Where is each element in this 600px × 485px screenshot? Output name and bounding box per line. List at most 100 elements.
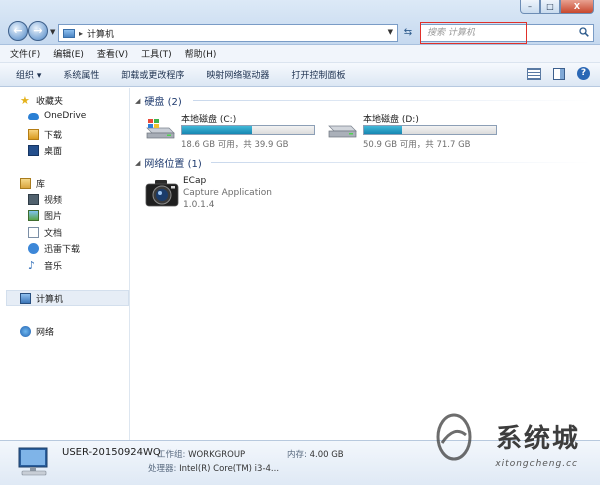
sidebar-item-music[interactable]: ♪ 音乐 — [28, 259, 62, 272]
sidebar-item-desktop[interactable]: 桌面 — [28, 144, 62, 157]
network-item-description: Capture Application — [183, 188, 272, 198]
breadcrumb-separator[interactable]: ▸ — [79, 29, 83, 38]
sidebar-item-documents[interactable]: 文档 — [28, 226, 62, 239]
organize-button[interactable]: 组织 ▾ — [16, 68, 41, 81]
drive-usage-bar — [363, 125, 497, 135]
group-header-hard-drives[interactable]: ◢ 硬盘 (2) — [135, 93, 182, 109]
system-properties-button[interactable]: 系统属性 — [63, 68, 99, 81]
network-item-version: 1.0.1.4 — [183, 200, 215, 210]
menu-edit[interactable]: 编辑(E) — [53, 47, 84, 60]
drive-usage-fill — [364, 126, 403, 134]
drive-name: 本地磁盘 (C:) — [181, 115, 237, 125]
back-button[interactable]: ← — [8, 21, 28, 41]
network-icon — [20, 326, 31, 337]
refresh-icon: ⇆ — [403, 27, 413, 38]
computer-name: USER-20150924WQ — [62, 447, 161, 458]
star-icon: ★ — [20, 94, 30, 107]
sidebar-item-label: 迅雷下载 — [44, 245, 81, 255]
sidebar-item-label: 图片 — [44, 212, 63, 222]
system-drive-icon — [146, 119, 175, 139]
sidebar-item-thunder-downloads[interactable]: 迅雷下载 — [28, 242, 80, 255]
network-item-name: ECap — [183, 176, 207, 186]
drive-usage-fill — [182, 126, 252, 134]
change-view-icon[interactable] — [527, 67, 541, 80]
command-bar: 组织 ▾ 系统属性 卸载或更改程序 映射网络驱动器 打开控制面板 — [0, 63, 600, 87]
library-icon — [20, 178, 31, 189]
menu-tools[interactable]: 工具(T) — [141, 47, 172, 60]
minimize-button[interactable]: – — [520, 0, 540, 14]
address-dropdown[interactable]: ▼ — [388, 28, 393, 36]
address-bar[interactable]: ▸ 计算机 ▼ — [58, 24, 398, 42]
cpu-label: 处理器: — [148, 464, 177, 474]
forward-button[interactable]: → — [28, 21, 48, 41]
sidebar-item-pictures[interactable]: 图片 — [28, 209, 62, 222]
sidebar-item-videos[interactable]: 视频 — [28, 193, 62, 206]
desktop-icon — [28, 145, 39, 156]
computer-icon — [20, 293, 31, 304]
maximize-button[interactable]: □ — [540, 0, 560, 14]
group-header-network-locations[interactable]: ◢ 网络位置 (1) — [135, 155, 202, 171]
content-pane: ◢ 硬盘 (2) 本地磁盘 (C:) 18.6 GB 可用，共 39.9 GB … — [131, 88, 600, 440]
menu-view[interactable]: 查看(V) — [97, 47, 128, 60]
refresh-button[interactable]: ⇆ — [400, 24, 416, 42]
recent-pages-dropdown[interactable]: ▼ — [50, 28, 55, 36]
memory-label: 内存: — [287, 450, 307, 460]
sidebar-item-favorites[interactable]: ★ 收藏夹 — [20, 94, 63, 107]
sidebar-item-libraries[interactable]: 库 — [20, 177, 45, 190]
arrow-right-icon: → — [33, 24, 43, 37]
group-divider — [211, 162, 591, 163]
chevron-down-icon: ▼ — [387, 28, 393, 36]
downloads-folder-icon — [28, 129, 39, 140]
command-bar-right: ? — [527, 67, 590, 80]
drive-free-space: 18.6 GB 可用，共 39.9 GB — [181, 140, 289, 150]
uninstall-program-button[interactable]: 卸载或更改程序 — [121, 68, 184, 81]
drive-name: 本地磁盘 (D:) — [363, 115, 419, 125]
sidebar-item-label: 库 — [36, 180, 46, 190]
drive-d[interactable]: 本地磁盘 (D:) 50.9 GB 可用，共 71.7 GB — [327, 112, 507, 152]
menu-file[interactable]: 文件(F) — [10, 47, 40, 60]
chevron-down-icon: ▼ — [50, 28, 56, 36]
video-icon — [28, 194, 39, 205]
menu-help[interactable]: 帮助(H) — [185, 47, 217, 60]
map-network-drive-button[interactable]: 映射网络驱动器 — [206, 68, 269, 81]
help-icon[interactable]: ? — [577, 67, 590, 80]
sidebar-item-label: OneDrive — [44, 111, 87, 121]
collapse-triangle-icon: ◢ — [135, 96, 141, 105]
open-control-panel-button[interactable]: 打开控制面板 — [291, 68, 345, 81]
hard-drive-icon — [328, 125, 357, 138]
sidebar-item-label: 收藏夹 — [36, 97, 64, 107]
collapse-triangle-icon: ◢ — [135, 158, 141, 167]
search-input[interactable] — [421, 25, 571, 41]
network-item-ecap[interactable]: ECap Capture Application 1.0.1.4 — [145, 176, 305, 216]
sidebar-item-label: 网络 — [36, 328, 55, 338]
computer-icon — [63, 28, 75, 38]
watermark-subtext: xitongcheng.cc — [495, 459, 578, 469]
document-icon — [28, 227, 39, 238]
sidebar-item-onedrive[interactable]: OneDrive — [28, 111, 86, 121]
cpu-value: Intel(R) Core(TM) i3-4... — [179, 464, 280, 474]
sidebar-item-network[interactable]: 网络 — [20, 325, 54, 338]
drive-c[interactable]: 本地磁盘 (C:) 18.6 GB 可用，共 39.9 GB — [145, 112, 325, 152]
navigation-pane: ★ 收藏夹 OneDrive 下载 桌面 库 视频 图片 文档 迅雷下载 ♪ 音… — [0, 88, 130, 440]
group-title: 硬盘 (2) — [144, 97, 182, 108]
workgroup-value: WORKGROUP — [188, 450, 246, 460]
memory-info: 内存: 4.00 GB — [287, 448, 344, 460]
sidebar-item-label: 桌面 — [44, 147, 63, 157]
watermark-text: 系统城 — [495, 424, 580, 454]
music-note-icon: ♪ — [28, 259, 36, 272]
search-icon[interactable] — [579, 27, 589, 37]
breadcrumb-computer[interactable]: 计算机 — [87, 27, 114, 40]
thunder-icon — [28, 243, 39, 254]
workgroup-label: 工作组: — [157, 450, 186, 460]
cloud-icon — [28, 112, 39, 120]
search-box — [420, 24, 594, 42]
close-button[interactable]: X — [560, 0, 594, 14]
camera-icon — [145, 180, 179, 207]
sidebar-item-label: 视频 — [44, 196, 63, 206]
preview-pane-icon[interactable] — [553, 67, 565, 80]
pictures-icon — [28, 210, 39, 221]
menu-bar: 文件(F) 编辑(E) 查看(V) 工具(T) 帮助(H) — [0, 45, 600, 63]
computer-icon — [18, 447, 48, 476]
sidebar-item-computer[interactable]: 计算机 — [20, 292, 63, 305]
sidebar-item-downloads[interactable]: 下载 — [28, 128, 62, 141]
